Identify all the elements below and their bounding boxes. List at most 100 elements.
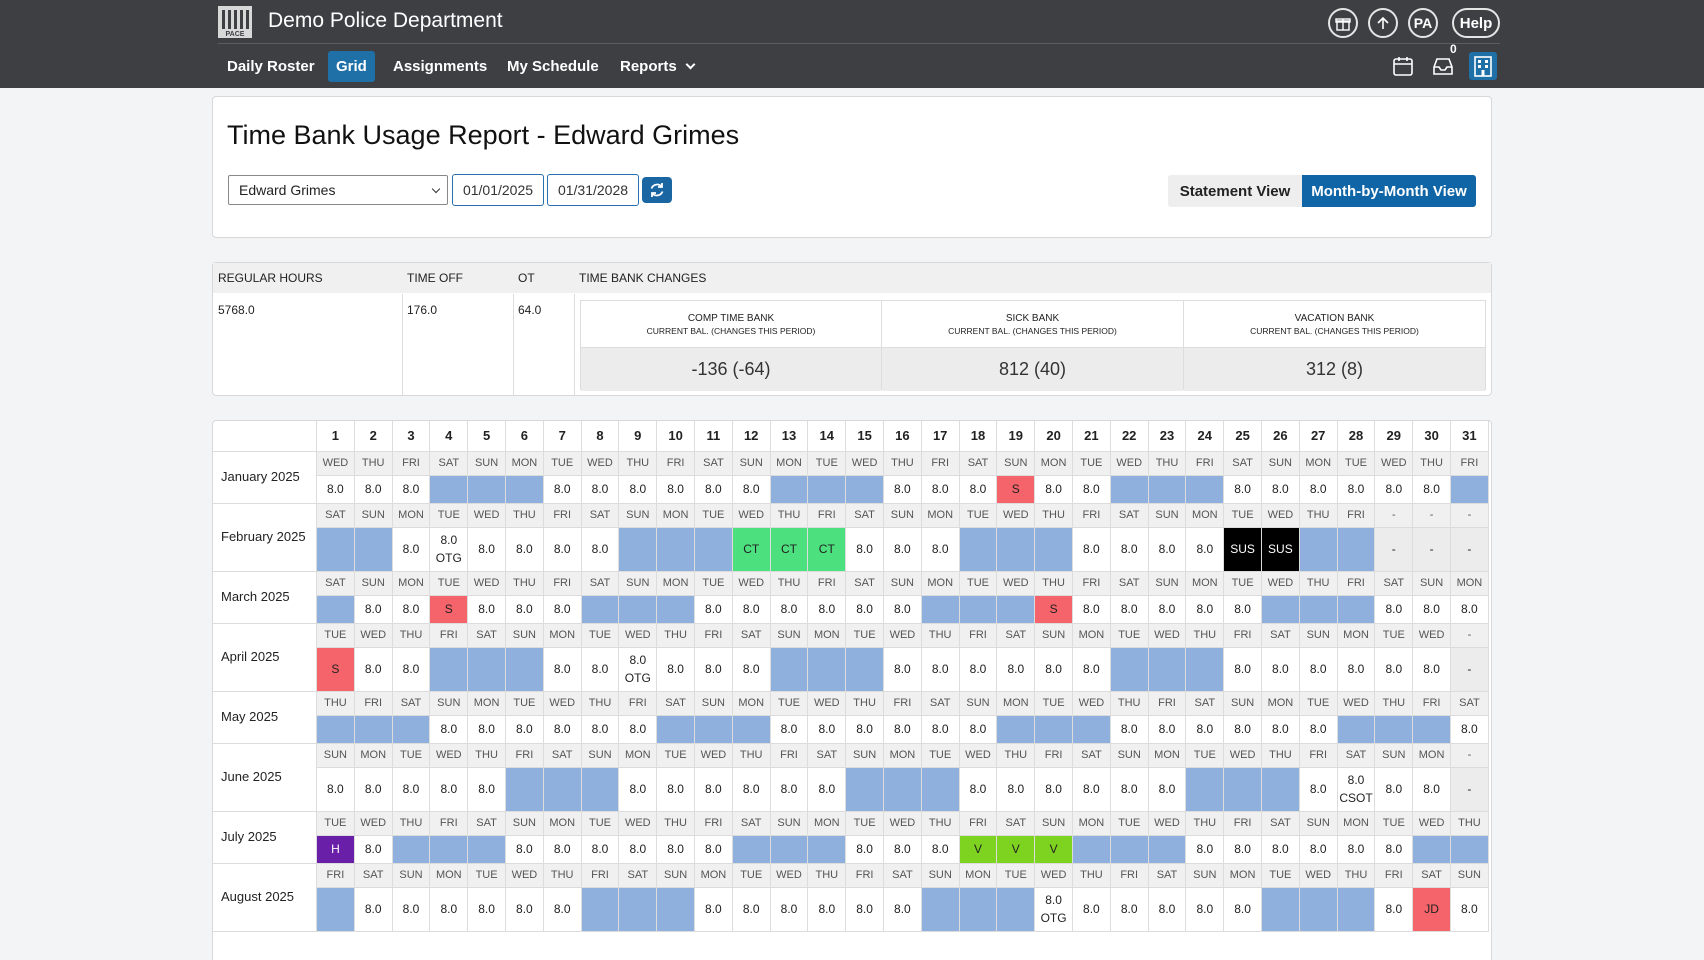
schedule-cell[interactable]: 8.0 [392, 476, 431, 504]
schedule-cell[interactable]: 8.0 [1073, 596, 1111, 624]
schedule-cell[interactable]: 8.0 [884, 716, 922, 744]
schedule-cell[interactable]: 8.0 [1375, 836, 1414, 864]
sick-cell[interactable]: S [997, 476, 1036, 504]
gift-button[interactable] [1328, 8, 1358, 38]
schedule-cell[interactable]: 8.0 [1186, 888, 1225, 932]
schedule-cell[interactable]: 8.0 [543, 596, 582, 624]
day-off-cell[interactable] [1035, 528, 1073, 572]
day-off-cell[interactable] [997, 528, 1036, 572]
day-off-cell[interactable] [657, 716, 695, 744]
schedule-cell[interactable]: 8.0 [695, 836, 733, 864]
day-off-cell[interactable] [354, 528, 393, 572]
day-off-cell[interactable] [317, 528, 355, 572]
schedule-cell[interactable]: 8.0 [1375, 888, 1414, 932]
schedule-cell[interactable]: 8.0 [808, 768, 847, 812]
day-off-cell[interactable] [430, 836, 469, 864]
schedule-cell[interactable]: 8.0 [1148, 528, 1187, 572]
schedule-cell[interactable]: 8.0 [1337, 836, 1376, 864]
schedule-cell[interactable]: 8.0 [543, 528, 582, 572]
day-off-cell[interactable] [1337, 716, 1376, 744]
schedule-cell[interactable]: 8.0 [543, 888, 582, 932]
day-off-cell[interactable] [468, 476, 506, 504]
schedule-cell[interactable]: 8.0 [354, 648, 393, 692]
schedule-cell[interactable]: 8.0 [392, 596, 431, 624]
day-off-cell[interactable] [1413, 836, 1451, 864]
schedule-cell[interactable]: 8.0 [1451, 596, 1489, 624]
schedule-cell[interactable]: 8.0 [543, 716, 582, 744]
day-off-cell[interactable] [506, 648, 544, 692]
schedule-cell[interactable]: 8.0 [959, 716, 998, 744]
month-by-month-view-button[interactable]: Month-by-Month View [1302, 175, 1476, 207]
schedule-cell[interactable]: 8.0 [1186, 596, 1225, 624]
schedule-cell[interactable]: 8.0 [997, 768, 1036, 812]
schedule-cell[interactable]: 8.0 [1224, 888, 1262, 932]
day-off-cell[interactable] [846, 648, 884, 692]
schedule-cell[interactable]: 8.0 [657, 476, 695, 504]
schedule-cell[interactable]: 8.0 [1375, 648, 1414, 692]
day-off-cell[interactable] [354, 716, 393, 744]
schedule-cell[interactable]: 8.0 [1413, 476, 1451, 504]
day-off-cell[interactable] [581, 596, 620, 624]
statement-view-button[interactable]: Statement View [1168, 175, 1302, 207]
schedule-cell[interactable]: 8.0 [1299, 716, 1338, 744]
schedule-cell[interactable]: 8.0 [770, 716, 809, 744]
upload-button[interactable] [1368, 8, 1398, 38]
schedule-cell[interactable]: 8.0 [354, 476, 393, 504]
schedule-cell[interactable]: 8.0 [317, 768, 355, 812]
day-off-cell[interactable] [921, 596, 960, 624]
overtime-cell[interactable]: 8.0 OTG [619, 648, 658, 692]
day-off-cell[interactable] [1148, 476, 1187, 504]
schedule-cell[interactable]: 8.0 [1073, 528, 1111, 572]
schedule-cell[interactable]: 8.0 [732, 768, 771, 812]
overtime-cell[interactable]: 8.0 CSOT [1337, 768, 1376, 812]
schedule-cell[interactable]: 8.0 [619, 836, 658, 864]
schedule-cell[interactable]: 8.0 [921, 716, 960, 744]
schedule-cell[interactable]: 8.0 [732, 648, 771, 692]
day-off-cell[interactable] [1262, 888, 1300, 932]
comp-time-cell[interactable]: CT [770, 528, 809, 572]
day-off-cell[interactable] [392, 716, 431, 744]
day-off-cell[interactable] [543, 768, 582, 812]
day-off-cell[interactable] [1262, 596, 1300, 624]
schedule-cell[interactable]: 8.0 [732, 476, 771, 504]
profile-button[interactable]: PA [1408, 8, 1438, 38]
day-off-cell[interactable] [1073, 716, 1111, 744]
calendar-button[interactable] [1389, 52, 1417, 80]
schedule-cell[interactable]: 8.0 [317, 476, 355, 504]
day-off-cell[interactable] [619, 528, 658, 572]
day-off-cell[interactable] [1451, 836, 1489, 864]
schedule-cell[interactable]: 8.0 [1375, 476, 1414, 504]
sick-cell[interactable]: S [430, 596, 469, 624]
schedule-cell[interactable]: 8.0 [1148, 716, 1187, 744]
day-off-cell[interactable] [657, 528, 695, 572]
schedule-cell[interactable]: 8.0 [1110, 596, 1149, 624]
day-off-cell[interactable] [695, 528, 733, 572]
schedule-cell[interactable]: 8.0 [581, 716, 620, 744]
schedule-cell[interactable]: 8.0 [392, 528, 431, 572]
day-off-cell[interactable] [808, 836, 847, 864]
day-off-cell[interactable] [884, 768, 922, 812]
day-off-cell[interactable] [1035, 716, 1073, 744]
schedule-cell[interactable]: 8.0 [884, 888, 922, 932]
schedule-cell[interactable]: 8.0 [506, 716, 544, 744]
schedule-cell[interactable]: 8.0 [1073, 648, 1111, 692]
day-off-cell[interactable] [997, 888, 1036, 932]
schedule-cell[interactable]: 8.0 [1413, 768, 1451, 812]
day-off-cell[interactable] [846, 476, 884, 504]
day-off-cell[interactable] [619, 596, 658, 624]
schedule-cell[interactable]: 8.0 [1073, 768, 1111, 812]
nav-daily-roster[interactable]: Daily Roster [219, 51, 323, 82]
day-off-cell[interactable] [770, 836, 809, 864]
schedule-cell[interactable]: 8.0 [354, 768, 393, 812]
schedule-cell[interactable]: 8.0 [997, 648, 1036, 692]
schedule-cell[interactable]: 8.0 [846, 888, 884, 932]
vacation-cell[interactable]: V [997, 836, 1036, 864]
day-off-cell[interactable] [1375, 716, 1414, 744]
day-off-cell[interactable] [506, 768, 544, 812]
day-off-cell[interactable] [657, 888, 695, 932]
day-off-cell[interactable] [392, 836, 431, 864]
day-off-cell[interactable] [997, 716, 1036, 744]
schedule-cell[interactable]: 8.0 [657, 768, 695, 812]
schedule-cell[interactable]: 8.0 [430, 888, 469, 932]
day-off-cell[interactable] [1262, 768, 1300, 812]
